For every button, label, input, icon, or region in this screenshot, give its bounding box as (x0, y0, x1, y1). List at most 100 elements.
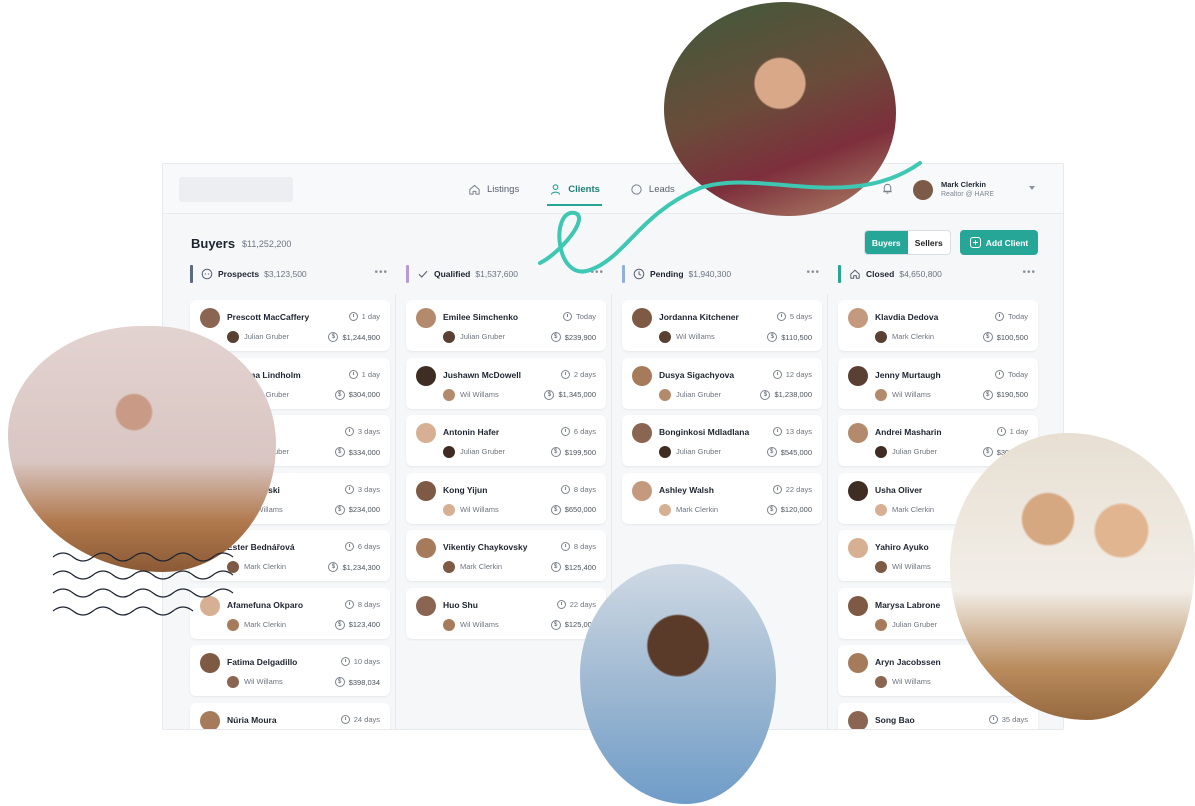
avatar (200, 308, 220, 328)
time-text: 22 days (569, 599, 596, 609)
dollar-icon: $ (328, 562, 339, 572)
card-value: $ $334,000 (334, 447, 380, 457)
more-icon[interactable]: ••• (374, 267, 388, 278)
clock-icon (556, 599, 566, 609)
agent-name: Julian Gruber (460, 332, 506, 341)
client-card[interactable]: Huo Shu 22 days Wil Willams $ $125,000 (406, 587, 606, 639)
column-total: $1,537,600 (475, 269, 518, 279)
client-card[interactable]: Jenny Murtaugh Today Wil Willams $ $190,500 (838, 357, 1038, 409)
value-text: $1,345,000 (558, 390, 596, 399)
client-name: Jordanna Kitchener (659, 312, 739, 322)
dollar-icon: $ (550, 504, 561, 515)
agent-avatar (875, 388, 887, 401)
add-client-button[interactable]: Add Client (960, 230, 1038, 255)
photo-woman-laptop (8, 326, 276, 572)
card-time: 8 days (560, 484, 596, 494)
card-time: 1 day (996, 427, 1028, 436)
clock-icon (348, 312, 358, 321)
avatar (848, 538, 868, 558)
card-time: 22 days (556, 599, 596, 609)
agent-name: Julian Gruber (892, 619, 938, 629)
agent-name: Julian Gruber (244, 332, 290, 341)
agent-avatar (227, 331, 239, 343)
card-time: 1 day (348, 312, 380, 321)
agent-name: Wil Willams (892, 389, 931, 399)
clock-icon (344, 599, 354, 609)
clock-icon (772, 484, 782, 494)
client-card[interactable]: Jordanna Kitchener 5 days Wil Willams $ $110… (622, 300, 822, 351)
client-card[interactable]: Bonginkosi Mdladlana 13 days Julian Gruber… (622, 415, 822, 466)
dollar-icon: $ (334, 677, 345, 687)
card-value: $ $110,500 (767, 332, 812, 342)
client-card[interactable]: Fatima Delgadillo 10 days Wil Willams $ $398… (190, 645, 390, 696)
time-text: 1 day (361, 312, 380, 321)
avatar (416, 308, 436, 328)
value-text: $120,000 (780, 505, 812, 514)
card-value: $ $1,345,000 (544, 389, 596, 400)
client-name: Kong Yijun (443, 484, 488, 495)
client-card[interactable]: Antonin Hafer 6 days Julian Gruber $ $199,50… (406, 415, 606, 466)
clock-icon (776, 312, 786, 321)
time-text: 6 days (573, 427, 596, 436)
client-card[interactable]: Dusya Sigachyova 12 days Julian Gruber $ $1,… (622, 357, 822, 409)
client-card[interactable]: Jushawn McDowell 2 days Wil Willams $ $1,345… (406, 357, 606, 409)
dollar-icon: $ (334, 389, 345, 400)
avatar (848, 653, 868, 673)
agent-avatar (875, 561, 887, 573)
avatar (632, 480, 652, 501)
chat-icon (201, 268, 213, 280)
more-icon[interactable]: ••• (1022, 267, 1036, 278)
agent-name: Wil Willams (460, 504, 499, 514)
column-divider (827, 294, 828, 729)
client-card[interactable]: Prescott MacCaffery 1 day Julian Gruber $ $1… (190, 300, 390, 351)
clock-icon (344, 542, 354, 551)
value-text: $125,400 (564, 562, 596, 572)
client-name: Jenny Murtaugh (875, 369, 941, 380)
clock-icon (996, 427, 1006, 436)
column-name: Prospects (218, 269, 260, 279)
logo[interactable] (179, 177, 293, 202)
clock-icon (344, 484, 354, 494)
agent-name: Mark Clerkin (892, 332, 935, 341)
card-value: $ $120,000 (766, 504, 812, 515)
client-card[interactable]: Song Bao 35 days (838, 702, 1038, 729)
avatar (416, 595, 436, 616)
value-text: $110,500 (781, 332, 812, 342)
client-card[interactable]: Vikentiy Chaykovsky 8 days Mark Clerkin $ $1… (406, 530, 606, 581)
client-card[interactable]: Núria Moura 24 days (190, 702, 390, 729)
client-card[interactable]: Ashley Walsh 22 days Mark Clerkin $ $120,000 (622, 472, 822, 524)
dollar-icon: $ (767, 332, 778, 342)
card-value: $ $199,500 (550, 447, 596, 457)
user-role: Realtor @ HARE (941, 191, 995, 198)
client-name: Jushawn McDowell (443, 369, 521, 380)
chevron-down-icon[interactable] (1029, 186, 1035, 190)
agent-avatar (659, 446, 671, 458)
client-card[interactable]: Klavdia Dedova Today Mark Clerkin $ $100,500 (838, 300, 1038, 351)
column-divider (395, 294, 396, 729)
value-text: $100,500 (996, 332, 1028, 342)
card-time: 12 days (772, 369, 812, 379)
dollar-icon: $ (334, 504, 345, 515)
column-total: $3,123,500 (264, 269, 307, 279)
time-text: 12 days (785, 369, 812, 379)
agent-name: Wil Willams (676, 332, 715, 341)
avatar (848, 365, 868, 386)
nav-listings[interactable]: Listings (468, 164, 519, 214)
card-time: Today (562, 312, 596, 321)
card-time: 35 days (988, 714, 1028, 724)
clock-icon (772, 427, 782, 436)
value-text: $239,900 (564, 332, 596, 342)
add-client-label: Add Client (985, 237, 1029, 248)
dollar-icon: $ (334, 619, 345, 630)
client-name: Fatima Delgadillo (227, 657, 298, 667)
client-card[interactable]: Kong Yijun 8 days Wil Willams $ $650,000 (406, 472, 606, 524)
time-text: 10 days (353, 657, 380, 666)
time-text: 8 days (573, 484, 596, 494)
value-text: $398,034 (348, 677, 380, 687)
agent-name: Mark Clerkin (460, 562, 503, 571)
card-value: $ $1,234,300 (328, 562, 380, 572)
avatar (632, 308, 652, 328)
client-name: Aryn Jacobssen (875, 657, 941, 667)
client-card[interactable]: Emilee Simchenko Today Julian Gruber $ $239,… (406, 300, 606, 351)
card-list: Emilee Simchenko Today Julian Gruber $ $239,… (406, 300, 606, 639)
